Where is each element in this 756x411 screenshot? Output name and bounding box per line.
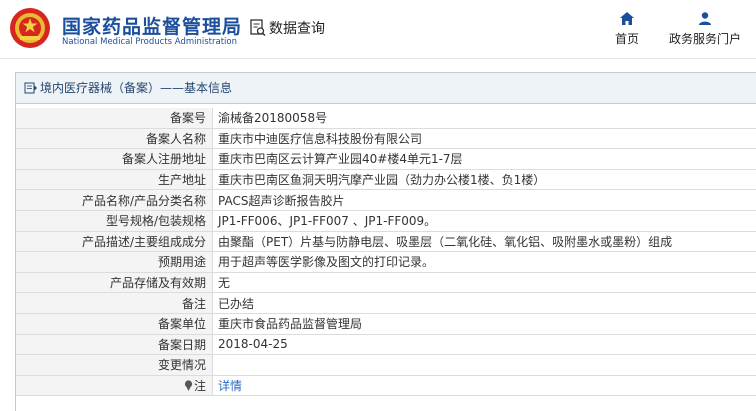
data-query-label: 数据查询 bbox=[269, 18, 325, 38]
table-row: 产品存储及有效期 无 bbox=[16, 272, 756, 293]
nav-home[interactable]: 首页 bbox=[612, 12, 642, 47]
row-value: 2018-04-25 bbox=[213, 334, 756, 355]
brand-name-cn: 国家药品监督管理局 bbox=[62, 12, 242, 39]
table-row: 预期用途 用于超声等医学影像及图文的打印记录。 bbox=[16, 252, 756, 273]
document-icon bbox=[24, 82, 38, 94]
row-label: 产品描述/主要组成成分 bbox=[16, 231, 213, 252]
nav-gov-service-label: 政务服务门户 bbox=[669, 32, 741, 46]
table-row: 变更情况 bbox=[16, 355, 756, 376]
detail-panel: 境内医疗器械（备案）——基本信息 备案号 渝械备20180058号 备案人名称 … bbox=[15, 72, 756, 411]
row-label: 备案人注册地址 bbox=[16, 149, 213, 170]
row-label: 生产地址 bbox=[16, 169, 213, 190]
note-label-cell: 注 bbox=[16, 375, 213, 396]
row-value: 重庆市中迪医疗信息科技股份有限公司 bbox=[213, 128, 756, 149]
row-label: 备案人名称 bbox=[16, 128, 213, 149]
row-value: PACS超声诊断报告胶片 bbox=[213, 190, 756, 211]
row-label: 备案号 bbox=[16, 108, 213, 128]
site-header: 国家药品监督管理局 National Medical Products Admi… bbox=[0, 0, 756, 59]
brand-name-en: National Medical Products Administration bbox=[62, 37, 237, 47]
table-row: 产品名称/产品分类名称 PACS超声诊断报告胶片 bbox=[16, 190, 756, 211]
table-row: 备案单位 重庆市食品药品监督管理局 bbox=[16, 313, 756, 334]
row-value: 已办结 bbox=[213, 293, 756, 314]
row-value: 渝械备20180058号 bbox=[213, 108, 756, 128]
table-row: 生产地址 重庆市巴南区鱼洞天明汽摩产业园（劲力办公楼1楼、负1楼） bbox=[16, 169, 756, 190]
row-value: 由聚酯（PET）片基与防静电层、吸墨层（二氧化硅、氧化铝、吸附墨水或墨粉）组成 bbox=[213, 231, 756, 252]
user-icon bbox=[698, 12, 712, 25]
row-value: 重庆市食品药品监督管理局 bbox=[213, 313, 756, 334]
panel-title: 境内医疗器械（备案）——基本信息 bbox=[16, 73, 756, 104]
data-query-link[interactable]: 数据查询 bbox=[250, 18, 325, 38]
row-value: JP1-FF006、JP1-FF007 、JP1-FF009。 bbox=[213, 210, 756, 231]
row-value bbox=[213, 355, 756, 376]
table-row: 备案人注册地址 重庆市巴南区云计算产业园40#楼4单元1-7层 bbox=[16, 149, 756, 170]
note-row: 注 详情 bbox=[16, 375, 756, 396]
table-row: 备案日期 2018-04-25 bbox=[16, 334, 756, 355]
nav-gov-service[interactable]: 政务服务门户 bbox=[664, 12, 746, 47]
nav-home-label: 首页 bbox=[615, 32, 639, 46]
record-table: 备案号 渝械备20180058号 备案人名称 重庆市中迪医疗信息科技股份有限公司… bbox=[16, 108, 756, 396]
table-row: 备注 已办结 bbox=[16, 293, 756, 314]
row-label: 变更情况 bbox=[16, 355, 213, 376]
document-search-icon bbox=[250, 19, 266, 37]
national-emblem-icon bbox=[8, 6, 52, 50]
table-row: 备案号 渝械备20180058号 bbox=[16, 108, 756, 128]
row-label: 预期用途 bbox=[16, 252, 213, 273]
row-value: 重庆市巴南区云计算产业园40#楼4单元1-7层 bbox=[213, 149, 756, 170]
row-value: 无 bbox=[213, 272, 756, 293]
note-value-cell: 详情 bbox=[213, 375, 756, 396]
row-label: 备案单位 bbox=[16, 313, 213, 334]
row-label: 型号规格/包装规格 bbox=[16, 210, 213, 231]
row-label: 备案日期 bbox=[16, 334, 213, 355]
panel-title-text: 境内医疗器械（备案）——基本信息 bbox=[40, 73, 232, 103]
table-row: 备案人名称 重庆市中迪医疗信息科技股份有限公司 bbox=[16, 128, 756, 149]
table-row: 型号规格/包装规格 JP1-FF006、JP1-FF007 、JP1-FF009… bbox=[16, 210, 756, 231]
row-label: 备注 bbox=[16, 293, 213, 314]
row-label: 产品名称/产品分类名称 bbox=[16, 190, 213, 211]
row-value: 重庆市巴南区鱼洞天明汽摩产业园（劲力办公楼1楼、负1楼） bbox=[213, 169, 756, 190]
home-icon bbox=[620, 12, 634, 25]
row-value: 用于超声等医学影像及图文的打印记录。 bbox=[213, 252, 756, 273]
details-link[interactable]: 详情 bbox=[218, 379, 242, 393]
pin-icon bbox=[184, 380, 193, 391]
note-label: 注 bbox=[194, 379, 206, 393]
row-label: 产品存储及有效期 bbox=[16, 272, 213, 293]
table-row: 产品描述/主要组成成分 由聚酯（PET）片基与防静电层、吸墨层（二氧化硅、氧化铝… bbox=[16, 231, 756, 252]
